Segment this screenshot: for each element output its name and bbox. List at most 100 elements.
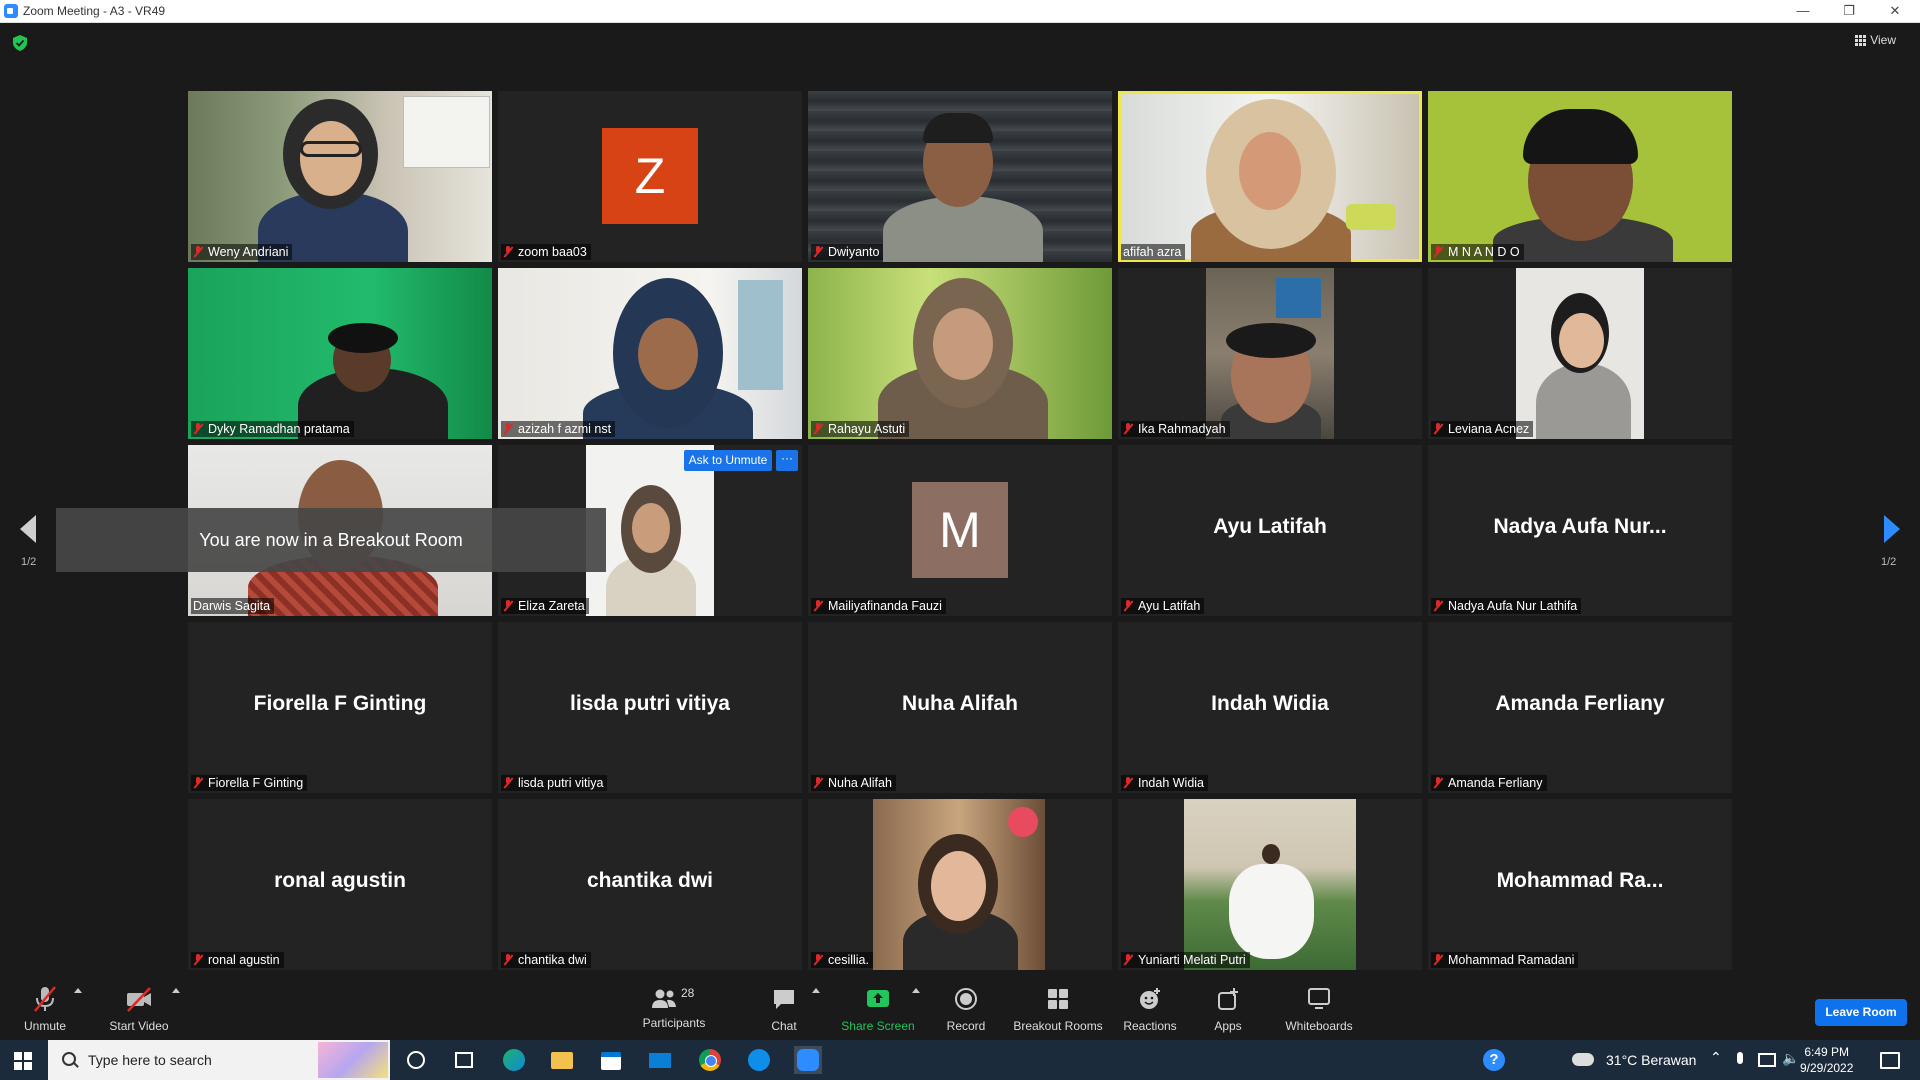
participant-tile[interactable]: chantika dwi chantika dwi: [498, 799, 802, 970]
participant-tile[interactable]: Indah Widia Indah Widia: [1118, 622, 1422, 793]
participant-tile[interactable]: Leviana Acnez: [1428, 268, 1732, 439]
participant-name-label: Fiorella F Ginting: [191, 775, 308, 791]
participant-video: [808, 91, 1112, 262]
network-icon[interactable]: [1758, 1053, 1776, 1067]
muted-mic-icon: [1123, 600, 1133, 612]
breakout-rooms-icon: [1048, 989, 1068, 1009]
participant-tile[interactable]: Yuniarti Melati Putri: [1118, 799, 1422, 970]
participant-tile[interactable]: Ayu Latifah Ayu Latifah: [1118, 445, 1422, 616]
unmute-button[interactable]: Unmute: [14, 976, 76, 1040]
participant-profile-photo: [1184, 799, 1356, 970]
participant-tile[interactable]: Mohammad Ra... Mohammad Ramadani: [1428, 799, 1732, 970]
participant-video: [808, 268, 1112, 439]
whiteboards-button[interactable]: Whiteboards: [1280, 976, 1358, 1040]
next-page-arrow-icon[interactable]: [1884, 515, 1900, 543]
help-icon[interactable]: ?: [1483, 1049, 1505, 1071]
participant-tile[interactable]: Amanda Ferliany Amanda Ferliany: [1428, 622, 1732, 793]
participant-tile-active-speaker[interactable]: afifah azra: [1118, 91, 1422, 262]
participant-tile[interactable]: M Mailiyafinanda Fauzi: [808, 445, 1112, 616]
close-button[interactable]: ✕: [1880, 2, 1910, 20]
participant-tile[interactable]: Fiorella F Ginting Fiorella F Ginting: [188, 622, 492, 793]
windows-start-icon[interactable]: [14, 1052, 32, 1070]
start-video-button[interactable]: Start Video: [104, 976, 174, 1040]
system-clock[interactable]: 6:49 PM 9/29/2022: [1800, 1044, 1853, 1076]
participants-button[interactable]: 28 Participants: [638, 976, 710, 1040]
participant-name-label: Leviana Acnez: [1431, 421, 1534, 437]
muted-mic-icon: [1433, 954, 1443, 966]
muted-mic-icon: [813, 600, 823, 612]
muted-mic-icon: [193, 423, 203, 435]
leave-room-button[interactable]: Leave Room: [1815, 999, 1907, 1026]
chat-button[interactable]: Chat: [764, 976, 804, 1040]
muted-mic-icon: [193, 246, 203, 258]
participant-display-name: Nuha Alifah: [902, 692, 1018, 715]
participant-tile[interactable]: M N A N D O: [1428, 91, 1732, 262]
view-button[interactable]: View: [1855, 33, 1896, 47]
clock-time: 6:49 PM: [1804, 1045, 1850, 1059]
participant-name-label: Indah Widia: [1121, 775, 1209, 791]
weather-status[interactable]: 31°C Berawan: [1606, 1052, 1696, 1068]
muted-mic-icon: [813, 423, 823, 435]
participant-video: [1428, 91, 1732, 262]
muted-mic-icon: [1433, 423, 1443, 435]
apps-button[interactable]: Apps: [1208, 976, 1248, 1040]
security-shield-icon[interactable]: [13, 35, 27, 51]
volume-icon[interactable]: 🔈: [1782, 1050, 1799, 1067]
record-button[interactable]: Record: [944, 976, 988, 1040]
participant-profile-photo: [873, 799, 1045, 970]
task-view-icon[interactable]: [450, 1046, 478, 1074]
participant-video: [1206, 268, 1334, 439]
notifications-icon[interactable]: [1880, 1052, 1900, 1069]
audio-options-caret-icon[interactable]: [74, 988, 82, 993]
participant-tile[interactable]: Weny Andriani: [188, 91, 492, 262]
participant-tile[interactable]: Rahayu Astuti: [808, 268, 1112, 439]
participant-tile[interactable]: Z zoom baa03: [498, 91, 802, 262]
share-screen-icon: [867, 990, 889, 1007]
avatar: Z: [602, 128, 698, 224]
share-screen-button[interactable]: Share Screen: [836, 976, 920, 1040]
participant-video: [498, 268, 802, 439]
cortana-icon[interactable]: [402, 1046, 430, 1074]
participant-tile[interactable]: Dyky Ramadhan pratama: [188, 268, 492, 439]
edge-browser-icon[interactable]: [500, 1046, 528, 1074]
show-hidden-icons-chevron-icon[interactable]: ⌃: [1710, 1049, 1722, 1066]
previous-page-arrow-icon[interactable]: [20, 515, 36, 543]
zoom-taskbar-icon[interactable]: [794, 1046, 822, 1074]
muted-mic-icon: [813, 246, 823, 258]
chat-options-caret-icon[interactable]: [812, 988, 820, 993]
participant-tile[interactable]: Nuha Alifah Nuha Alifah: [808, 622, 1112, 793]
muted-mic-icon: [193, 777, 203, 789]
chrome-icon[interactable]: [696, 1046, 724, 1074]
participant-tile[interactable]: cesillia.: [808, 799, 1112, 970]
next-page-indicator: 1/2: [1881, 556, 1897, 568]
teamviewer-icon[interactable]: [745, 1046, 773, 1074]
participant-tile[interactable]: Nadya Aufa Nur... Nadya Aufa Nur Lathifa: [1428, 445, 1732, 616]
participant-tile[interactable]: lisda putri vitiya lisda putri vitiya: [498, 622, 802, 793]
microsoft-store-icon[interactable]: [597, 1046, 625, 1074]
taskbar-search-input[interactable]: Type here to search: [48, 1040, 390, 1080]
share-options-caret-icon[interactable]: [912, 988, 920, 993]
reactions-button[interactable]: Reactions: [1120, 976, 1180, 1040]
ask-to-unmute-button[interactable]: Ask to Unmute: [684, 450, 772, 471]
breakout-rooms-button[interactable]: Breakout Rooms: [1012, 976, 1104, 1040]
mail-icon[interactable]: [646, 1046, 674, 1074]
participant-tile[interactable]: azizah f azmi nst: [498, 268, 802, 439]
participant-tile[interactable]: Dwiyanto: [808, 91, 1112, 262]
participant-tile[interactable]: ronal agustin ronal agustin: [188, 799, 492, 970]
participant-display-name: chantika dwi: [586, 869, 714, 892]
windows-taskbar: Type here to search ? 31°C Berawan ⌃ 🔈 6…: [0, 1040, 1920, 1080]
cloud-weather-icon: [1572, 1053, 1594, 1066]
participant-display-name: Amanda Ferliany: [1495, 692, 1665, 715]
more-options-button[interactable]: ···: [776, 450, 798, 471]
video-options-caret-icon[interactable]: [172, 988, 180, 993]
restore-button[interactable]: ❐: [1834, 2, 1864, 20]
avatar: M: [912, 482, 1008, 578]
minimize-button[interactable]: —: [1788, 2, 1818, 20]
muted-mic-icon: [1123, 423, 1133, 435]
file-explorer-icon[interactable]: [548, 1046, 576, 1074]
muted-mic-icon: [1433, 777, 1443, 789]
participant-tile[interactable]: Ika Rahmadyah: [1118, 268, 1422, 439]
grid-view-icon: [1855, 35, 1867, 47]
microphone-tray-icon[interactable]: [1737, 1052, 1743, 1064]
video-off-icon: [127, 987, 151, 1012]
